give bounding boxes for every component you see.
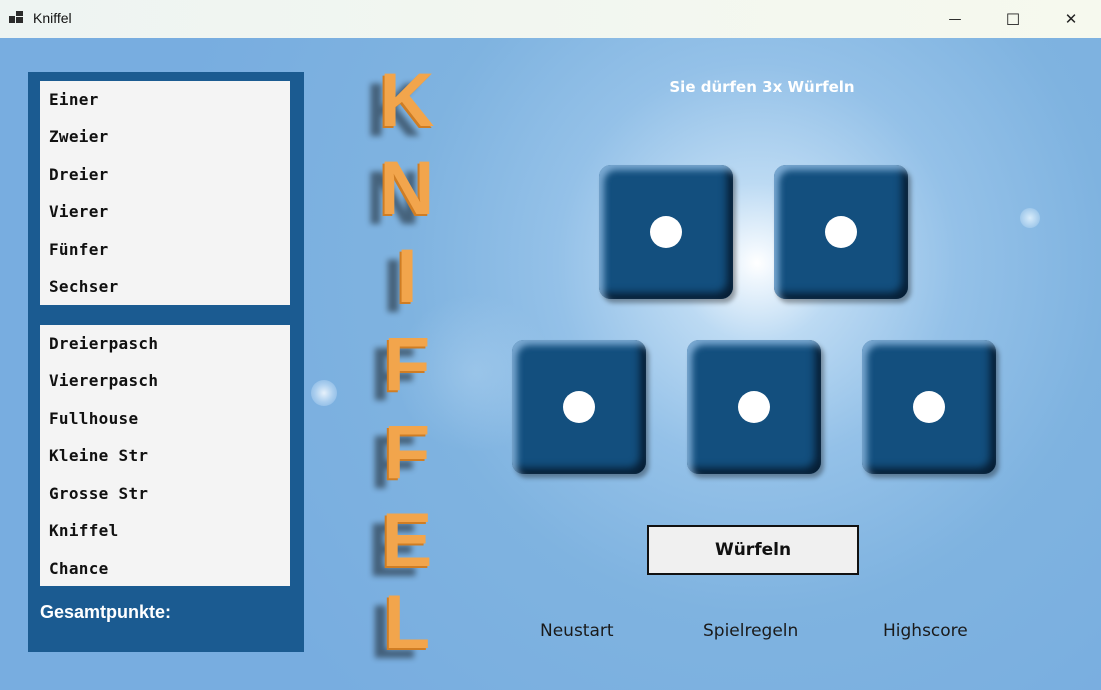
logo-letter: F bbox=[383, 410, 431, 495]
die-pip bbox=[738, 391, 770, 423]
die-5[interactable] bbox=[862, 340, 996, 474]
list-item[interactable]: Sechser bbox=[49, 277, 119, 296]
rolls-remaining-text: Sie dürfen 3x Würfeln bbox=[669, 78, 855, 96]
title-bar: Kniffel — ☐ ✕ bbox=[0, 0, 1101, 39]
list-item[interactable]: Fullhouse bbox=[49, 409, 138, 428]
list-item[interactable]: Kleine Str bbox=[49, 446, 148, 465]
minimize-icon[interactable]: — bbox=[926, 0, 984, 38]
list-item[interactable]: Zweier bbox=[49, 127, 109, 146]
roll-dice-button[interactable]: Würfeln bbox=[647, 525, 859, 575]
close-icon[interactable]: ✕ bbox=[1042, 0, 1100, 38]
list-item[interactable]: Dreierpasch bbox=[49, 334, 158, 353]
list-item[interactable]: Viererpasch bbox=[49, 371, 158, 390]
die-pip bbox=[913, 391, 945, 423]
upper-section-list: Einer Zweier Dreier Vierer Fünfer Sechse… bbox=[40, 81, 290, 305]
highscore-link[interactable]: Highscore bbox=[883, 621, 968, 641]
die-4[interactable] bbox=[687, 340, 821, 474]
app-icon bbox=[9, 11, 25, 25]
logo-letter: F bbox=[383, 322, 431, 407]
restart-link[interactable]: Neustart bbox=[540, 621, 614, 641]
list-item[interactable]: Dreier bbox=[49, 165, 109, 184]
logo-letter: K bbox=[379, 58, 435, 143]
lens-flare bbox=[311, 380, 337, 406]
die-1[interactable] bbox=[599, 165, 733, 299]
list-item[interactable]: Grosse Str bbox=[49, 484, 148, 503]
window-title: Kniffel bbox=[33, 10, 72, 26]
scorecard-panel: Einer Zweier Dreier Vierer Fünfer Sechse… bbox=[28, 72, 304, 652]
list-item[interactable]: Vierer bbox=[49, 202, 109, 221]
logo-letter: I bbox=[396, 234, 418, 319]
die-3[interactable] bbox=[512, 340, 646, 474]
list-item[interactable]: Einer bbox=[49, 90, 99, 109]
logo-letter: E bbox=[381, 498, 433, 583]
total-points-label: Gesamtpunkte: bbox=[40, 602, 172, 622]
maximize-icon[interactable]: ☐ bbox=[984, 0, 1042, 38]
list-item[interactable]: Fünfer bbox=[49, 240, 109, 259]
list-item[interactable]: Kniffel bbox=[49, 521, 119, 540]
die-pip bbox=[650, 216, 682, 248]
lower-section-list: Dreierpasch Viererpasch Fullhouse Kleine… bbox=[40, 325, 290, 586]
logo-letter: N bbox=[379, 146, 435, 231]
die-pip bbox=[563, 391, 595, 423]
die-2[interactable] bbox=[774, 165, 908, 299]
game-area: Einer Zweier Dreier Vierer Fünfer Sechse… bbox=[0, 38, 1101, 690]
die-pip bbox=[825, 216, 857, 248]
rules-link[interactable]: Spielregeln bbox=[703, 621, 798, 641]
list-item[interactable]: Chance bbox=[49, 559, 109, 578]
logo-letter: L bbox=[383, 580, 431, 665]
lens-flare bbox=[1020, 208, 1040, 228]
